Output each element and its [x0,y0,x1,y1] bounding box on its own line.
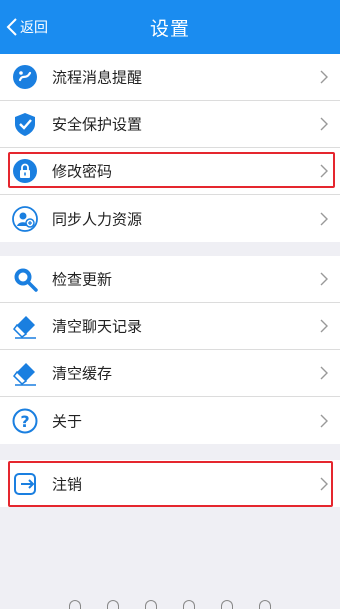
app-header: 返回 设置 [0,0,340,54]
search-icon [14,268,38,292]
settings-group-1: 流程消息提醒 安全保护设置 修改密码 同步人力资源 [0,54,340,242]
lock-icon [13,159,37,183]
settings-item-clear-chat[interactable]: 清空聊天记录 [0,303,340,350]
toolbar-icon [107,600,119,609]
settings-item-security[interactable]: 安全保护设置 [0,101,340,148]
toolbar-icon [183,600,195,609]
hr-sync-icon [12,205,38,232]
eraser-icon [13,363,36,386]
settings-item-label: 检查更新 [52,270,113,289]
workflow-message-icon [13,65,37,89]
settings-item-label: 注销 [52,475,83,493]
eraser-icon [13,316,36,339]
chevron-right-icon [320,212,328,225]
chevron-right-icon [320,272,328,286]
settings-item-label: 安全保护设置 [52,115,143,134]
bottom-toolbar-edge [0,600,340,609]
chevron-right-icon [320,366,328,380]
settings-item-label: 流程消息提醒 [52,68,143,87]
logout-icon [14,472,36,495]
svg-text:?: ? [20,412,29,431]
settings-item-label: 清空缓存 [52,364,113,383]
settings-item-label: 同步人力资源 [52,210,143,228]
settings-item-check-update[interactable]: 检查更新 [0,256,340,303]
settings-item-label: 清空聊天记录 [52,317,143,336]
settings-item-clear-cache[interactable]: 清空缓存 [0,350,340,397]
settings-item-about[interactable]: ? 关于 [0,397,340,444]
toolbar-icon [221,600,233,609]
settings-item-label: 关于 [52,412,83,430]
page-title: 设置 [149,18,190,40]
chevron-right-icon [320,477,328,490]
chevron-right-icon [320,414,328,427]
toolbar-icon [259,600,271,609]
settings-group-3: 注销 [0,460,340,507]
chevron-right-icon [320,164,328,178]
settings-group-2: 检查更新 清空聊天记录 清空缓存 ? 关于 [0,256,340,444]
question-icon: ? [12,408,38,433]
toolbar-icon [69,600,81,609]
settings-item-workflow-reminder[interactable]: 流程消息提醒 [0,54,340,101]
settings-item-label: 修改密码 [52,162,113,181]
settings-item-logout[interactable]: 注销 [0,460,340,507]
settings-item-sync-hr[interactable]: 同步人力资源 [0,195,340,242]
chevron-right-icon [320,319,328,333]
chevron-right-icon [320,117,328,131]
shield-check-icon [15,113,35,136]
toolbar-icon [145,600,157,609]
chevron-right-icon [320,70,328,84]
settings-item-change-password[interactable]: 修改密码 [0,148,340,195]
